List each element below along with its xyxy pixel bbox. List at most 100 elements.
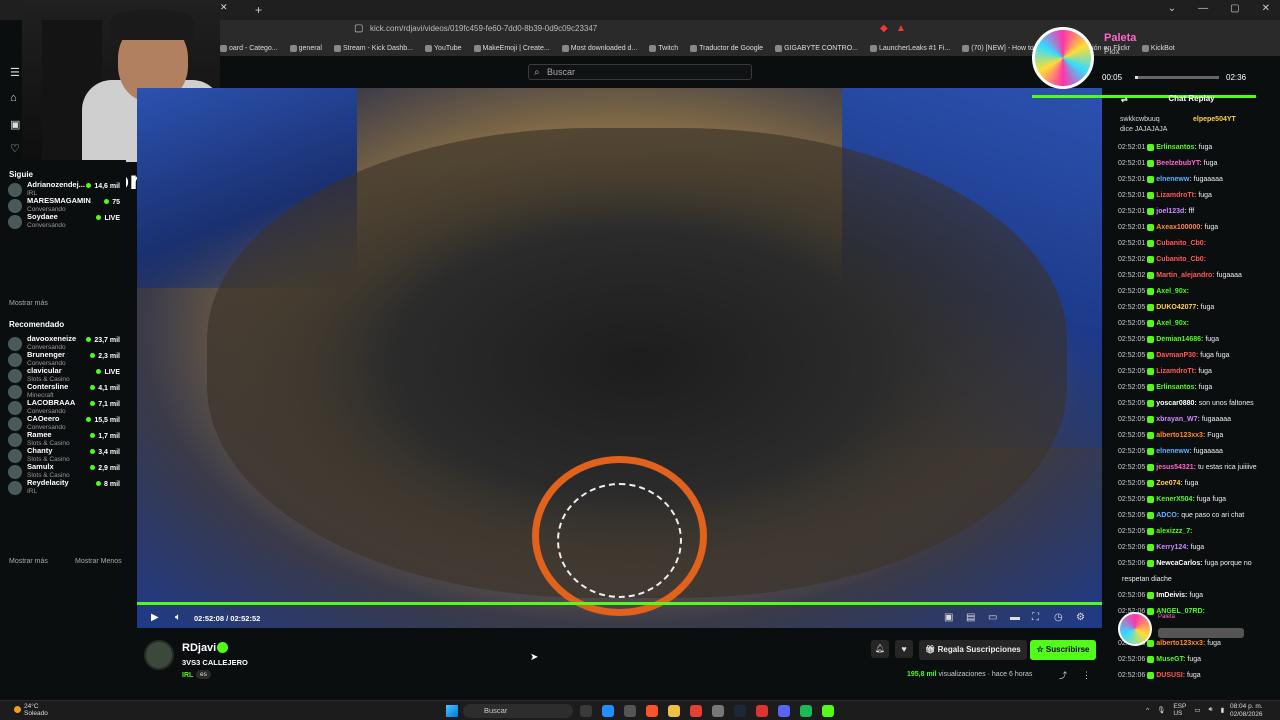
battery-icon[interactable]: ▮ (1221, 706, 1225, 714)
bookmark-item[interactable]: LauncherLeaks #1 Fi... (869, 44, 950, 52)
chat-username[interactable]: MuseGT: (1156, 656, 1185, 663)
new-tab-icon[interactable]: + (255, 3, 262, 17)
spotify-icon[interactable] (800, 705, 812, 717)
bookmark-item[interactable]: Twitch (649, 44, 678, 52)
settings-icon[interactable]: ⚙ (1076, 612, 1085, 623)
chat-username[interactable]: alberto123xx3: (1156, 432, 1205, 439)
bookmark-item[interactable]: (70) [NEW] - How to... (962, 44, 1040, 52)
video-progress-bar[interactable] (137, 602, 1102, 605)
heart-icon[interactable]: ♡ (10, 142, 20, 155)
bookmark-item[interactable]: Stream - Kick Dashb... (334, 44, 413, 52)
bookmark-item[interactable]: MakeEmoji | Create... (473, 44, 550, 52)
chat-username[interactable]: Cubanito_Cb0: (1156, 240, 1206, 247)
chat-username[interactable]: xbrayan_W7: (1156, 416, 1200, 423)
start-button[interactable] (446, 705, 458, 717)
chat-username[interactable]: elneneww: (1156, 448, 1191, 455)
cast-icon[interactable]: ▭ (988, 612, 997, 623)
chat-username[interactable]: Axeax100000: (1156, 224, 1202, 231)
alert-icon[interactable]: ▲ (896, 23, 906, 34)
task-view-icon[interactable] (580, 705, 592, 717)
brave-icon[interactable] (646, 705, 658, 717)
home-icon[interactable]: ⌂ (10, 92, 17, 104)
chat-username[interactable]: Martin_alejandro: (1156, 272, 1214, 279)
chat-username[interactable]: Erlinsantos: (1156, 144, 1196, 151)
avatar[interactable] (144, 640, 174, 670)
clock[interactable]: 08:04 p. m. 02/08/2026 (1230, 703, 1263, 719)
gift-subs-button[interactable]: 🎁︎ Regala Suscripciones (919, 640, 1027, 660)
show-more-recommended[interactable]: Mostrar más (9, 558, 48, 565)
theater-icon[interactable]: ▬ (1010, 612, 1020, 623)
video-player[interactable] (137, 88, 1102, 628)
play-icon[interactable]: ▶ (151, 612, 159, 623)
chat-username[interactable]: Axel_90x: (1156, 288, 1189, 295)
network-icon[interactable]: ▭ (1194, 706, 1200, 714)
fullscreen-icon[interactable]: ⛶ (1032, 612, 1039, 623)
volume-icon[interactable]: 🔈︎ (175, 612, 181, 623)
weather-widget[interactable]: 24°C Soleado (14, 703, 48, 717)
chat-username[interactable]: yoscar0880: (1156, 400, 1196, 407)
close-icon[interactable]: ✕ (1262, 3, 1270, 14)
chat-username[interactable]: joel123d: (1156, 208, 1186, 215)
chat-username[interactable]: Cubanito_Cb0: (1156, 256, 1206, 263)
bookmark-item[interactable]: oard - Catego... (220, 44, 278, 52)
show-more-following[interactable]: Mostrar más (9, 300, 48, 307)
follow-button[interactable]: ♥ (895, 640, 913, 658)
speed-icon[interactable]: ◷ (1054, 612, 1063, 623)
language-indicator[interactable]: ESP US (1173, 703, 1186, 717)
sidebar-channel[interactable]: Reydelacity IRL 8 mil (8, 478, 124, 504)
browser-tab-close-icon[interactable]: ✕ (220, 2, 250, 20)
chat-username[interactable]: ADCO: (1156, 512, 1179, 519)
browse-icon[interactable]: ▣ (10, 118, 20, 131)
chat-username[interactable]: NewcaCarlos: (1156, 560, 1202, 567)
chat-username[interactable]: DUKO42077: (1156, 304, 1198, 311)
site-info-icon[interactable]: ▢ (354, 23, 363, 34)
menu-icon[interactable]: ☰ (10, 66, 20, 79)
sidebar-channel[interactable]: Soydaee Conversando LIVE (8, 212, 124, 238)
chat-username[interactable]: Axel_90x: (1156, 320, 1189, 327)
chevron-up-icon[interactable]: ^ (1146, 707, 1149, 714)
chat-username[interactable]: LizamdroTt: (1156, 192, 1196, 199)
bookmark-item[interactable]: Traductor de Google (690, 44, 763, 52)
chat-username[interactable]: Zoe074: (1156, 480, 1182, 487)
chat-username[interactable]: Kerry124: (1156, 544, 1188, 551)
chat-filter-icon[interactable]: ⇌ (1121, 95, 1128, 104)
minimize-icon[interactable]: — (1198, 3, 1208, 14)
notification-bell-button[interactable]: 🔔︎ (871, 640, 889, 658)
subscribe-button[interactable]: ☆ Suscribirse (1030, 640, 1096, 660)
steam-icon[interactable] (734, 705, 746, 717)
search-input[interactable]: ⌕ Buscar (528, 64, 752, 80)
more-options-icon[interactable]: ⋮ (1082, 670, 1091, 681)
bookmark-item[interactable]: general (289, 44, 322, 52)
bookmark-item[interactable]: Most downloaded d... (561, 44, 637, 52)
chat-username[interactable]: BeelzebubYT: (1156, 160, 1202, 167)
settings-app-icon[interactable] (624, 705, 636, 717)
category-link[interactable]: IRL (182, 672, 193, 679)
chat-username[interactable]: Demian14686: (1156, 336, 1203, 343)
chat-username[interactable]: DUSUSI: (1156, 672, 1185, 679)
url-field[interactable]: kick.com/rdjavi/videos/019fc459-fe60-7dd… (370, 24, 597, 33)
bookmark-item[interactable]: GIGABYTE CONTRO... (775, 44, 858, 52)
chevron-down-icon[interactable]: ⌄ (1168, 3, 1176, 14)
shield-icon[interactable]: ◆ (880, 23, 888, 34)
chrome-icon[interactable] (690, 705, 702, 717)
channel-name[interactable]: RDjavi (182, 642, 216, 654)
show-less-button[interactable]: Mostrar Menos (75, 558, 122, 565)
chat-username[interactable]: Erlinsantos: (1156, 384, 1196, 391)
discord-icon[interactable] (778, 705, 790, 717)
bookmark-item[interactable]: YouTube (425, 44, 462, 52)
chat-username[interactable]: ImDeivis: (1156, 592, 1187, 599)
chat-username[interactable]: KenerX504: (1156, 496, 1195, 503)
edge-icon[interactable] (602, 705, 614, 717)
mic-icon[interactable]: 🎙︎ (1157, 706, 1165, 714)
share-icon[interactable]: ⤴ (1059, 670, 1067, 681)
taskbar-search[interactable]: Buscar (463, 704, 573, 718)
kick-icon[interactable] (822, 705, 834, 717)
chat-username[interactable]: elneneww: (1156, 176, 1191, 183)
app-icon[interactable] (756, 705, 768, 717)
file-explorer-icon[interactable] (668, 705, 680, 717)
pip-icon[interactable]: ▣ (944, 612, 953, 623)
chat-username[interactable]: alexizzz_7: (1156, 528, 1192, 535)
obs-icon[interactable] (712, 705, 724, 717)
chat-username[interactable]: jesus54321: (1156, 464, 1196, 471)
clip-icon[interactable]: ▤ (966, 612, 975, 623)
